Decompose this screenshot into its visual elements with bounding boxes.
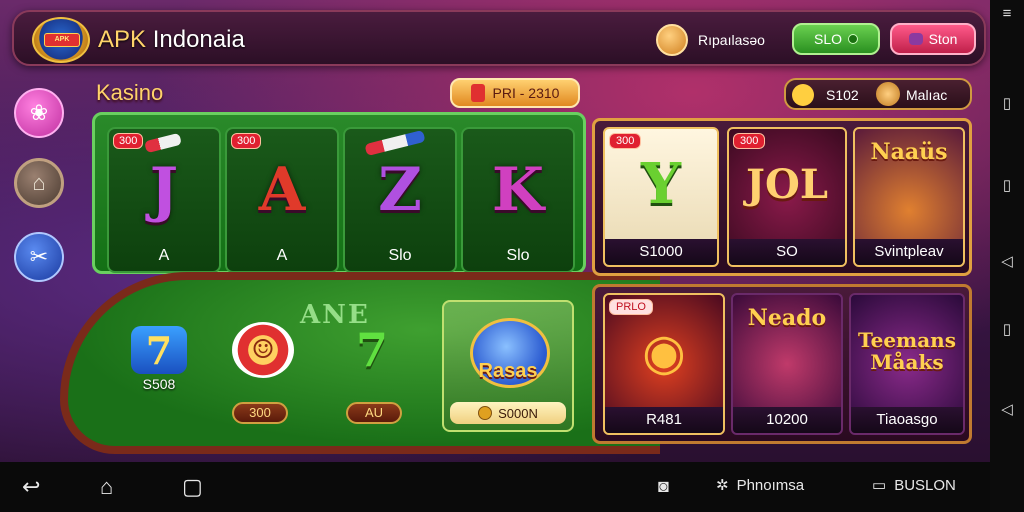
game-panel-bottom: PRLO ◉ R481 Neado 10200 Teemans Måaks Ti… <box>592 284 972 444</box>
home-icon[interactable]: ⌂ <box>100 474 113 500</box>
tag-icon <box>470 84 485 102</box>
user-avatar[interactable] <box>656 24 688 56</box>
reel-symbol: Z <box>378 155 422 225</box>
tools-icon: ✂ <box>29 244 49 269</box>
gear-icon: ✲ <box>716 477 729 494</box>
square-icon[interactable]: ▯ <box>999 96 1015 112</box>
shield-icon[interactable]: ◙ <box>658 476 669 497</box>
game-panel-top: 300 Y S1000 300 JOL SO Naaüs Svintpleav <box>592 118 972 276</box>
game-tile[interactable]: PRLO ◉ R481 <box>603 293 725 435</box>
jackpot-amount: S000N <box>450 402 566 424</box>
tile-art: Neado <box>747 305 827 331</box>
tile-caption: R481 <box>605 407 723 433</box>
coin-icon <box>478 406 493 420</box>
store-button-label: Ston <box>928 31 958 47</box>
table-item-1[interactable]: 7 S508 <box>126 326 192 392</box>
user-name[interactable]: Rıpaılasəo <box>698 32 765 48</box>
reel-1[interactable]: 300 J A <box>107 127 221 273</box>
jackpot-amount-text: S000N <box>498 405 538 421</box>
reel-3[interactable]: Z Slo <box>343 127 457 273</box>
game-tile[interactable]: 300 JOL SO <box>727 127 847 267</box>
mascot-icon <box>876 82 900 106</box>
rail-button-home[interactable]: ⌂ <box>14 158 64 208</box>
reel-badge: 300 <box>231 133 262 149</box>
top-header: APK APK Indonaia Rıpaılasəo SLO Ston <box>12 10 986 66</box>
tile-art: Teemans Måaks <box>858 328 956 374</box>
menu-icon[interactable]: ≡ <box>999 6 1015 22</box>
square-icon[interactable]: ▯ <box>999 322 1015 338</box>
promo-pill[interactable]: PRI - 2310 <box>450 78 580 108</box>
nav-item-button[interactable]: ▭ BUSLON <box>872 476 956 495</box>
table-item-value: S508 <box>142 376 176 392</box>
back-arrow-icon[interactable]: ◁ <box>999 402 1015 418</box>
reel-label: Slo <box>506 247 530 264</box>
screen-icon: ▭ <box>872 477 887 494</box>
promo-label: PRI - 2310 <box>492 85 560 101</box>
tile-caption: 10200 <box>733 407 841 433</box>
tile-art: JOL <box>746 160 828 208</box>
gift-icon <box>908 33 923 45</box>
plus-icon <box>848 34 858 44</box>
device-sidebar: ≡ ▯ ▯ ◁ ▯ ◁ <box>990 0 1024 512</box>
seven-icon: 7 <box>355 323 388 377</box>
table-item-2[interactable]: ☺ <box>228 322 298 378</box>
poker-chip-icon: ☺ <box>232 322 294 378</box>
nav-item-settings[interactable]: ✲ Phnoımsa <box>716 476 805 495</box>
reel-4[interactable]: K Slo <box>461 127 575 273</box>
store-button[interactable]: Ston <box>890 23 976 55</box>
table-item-3[interactable]: 7 <box>336 323 408 377</box>
seven-icon: 7 <box>131 326 187 374</box>
stat-label: Malıac <box>906 87 948 103</box>
stat-value: S102 <box>826 87 859 103</box>
reel-badge: 300 <box>113 133 144 149</box>
tile-art: ◉ <box>642 321 686 381</box>
tile-art: Naaüs <box>870 139 948 165</box>
game-scene: APK APK Indonaia Rıpaılasəo SLO Ston ❀ ⌂… <box>0 0 990 462</box>
deposit-button[interactable]: SLO <box>792 23 880 55</box>
rail-button-tools[interactable]: ✂ <box>14 232 64 282</box>
deposit-button-label: SLO <box>813 31 842 47</box>
slot-machine[interactable]: 300 J A 300 A A Z Slo K Slo <box>92 112 586 274</box>
reel-symbol: K <box>491 155 545 225</box>
stat-pill[interactable]: S102 Malıac <box>784 78 972 110</box>
game-tile[interactable]: Neado 10200 <box>731 293 843 435</box>
tile-art: Y <box>641 151 681 217</box>
tile-caption: Tiaoasgo <box>851 407 963 433</box>
table-item-value-pill[interactable]: AU <box>346 402 402 424</box>
section-title: Kasino <box>96 80 164 105</box>
reel-symbol: A <box>258 155 306 225</box>
tile-caption: SO <box>729 239 845 265</box>
rail-button-bonus[interactable]: ❀ <box>14 88 64 138</box>
nav-item-label: Phnoımsa <box>736 476 805 494</box>
logo-label: APK <box>44 33 80 47</box>
tile-caption: Svintpleav <box>855 239 963 265</box>
app-logo[interactable]: APK <box>32 17 90 63</box>
house-icon: ⌂ <box>32 170 46 195</box>
jackpot-name: Rasas <box>478 360 538 382</box>
reel-label: A <box>276 247 288 264</box>
recents-icon[interactable]: ▢ <box>182 474 203 500</box>
game-tile[interactable]: 300 Y S1000 <box>603 127 719 267</box>
nav-item-label: BUSLON <box>894 476 956 494</box>
square-icon[interactable]: ▯ <box>999 178 1015 194</box>
table-item-value-pill[interactable]: 300 <box>232 402 288 424</box>
chip-icon <box>364 129 426 157</box>
back-icon[interactable]: ↩ <box>22 474 40 500</box>
tile-caption: S1000 <box>605 239 717 265</box>
reel-label: Slo <box>388 247 412 264</box>
system-nav-bar: ↩ ⌂ ▢ ◙ ✲ Phnoımsa ▭ BUSLON <box>0 462 990 512</box>
back-arrow-icon[interactable]: ◁ <box>999 254 1015 270</box>
reel-2[interactable]: 300 A A <box>225 127 339 273</box>
jackpot-card[interactable]: Rasas S000N <box>442 300 574 432</box>
chip-icon <box>144 132 182 154</box>
app-title-main: Indonaia <box>152 26 245 53</box>
game-tile[interactable]: Teemans Måaks Tiaoasgo <box>849 293 965 435</box>
reel-label: A <box>158 247 170 264</box>
gem-icon: ❀ <box>29 100 49 125</box>
game-tile[interactable]: Naaüs Svintpleav <box>853 127 965 267</box>
app-title-prefix: APK <box>98 26 153 53</box>
reel-symbol: J <box>149 155 179 225</box>
coin-icon <box>792 84 814 106</box>
app-title: APK Indonaia <box>98 26 245 54</box>
